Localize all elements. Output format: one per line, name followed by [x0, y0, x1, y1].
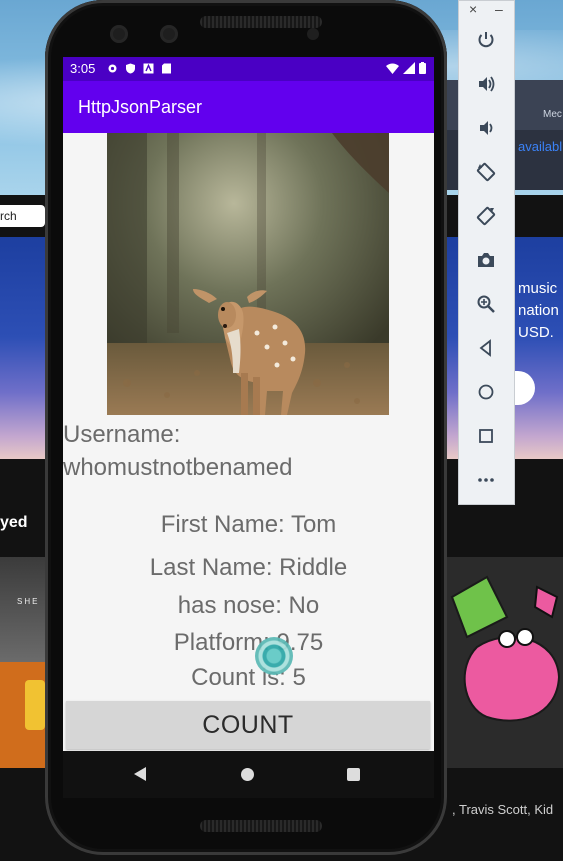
settings-icon [108, 64, 117, 73]
rotate-left-icon[interactable] [473, 159, 499, 185]
phone-screen: 3:05 HttpJsonParser Username: whomustnot… [63, 57, 434, 798]
battery-icon [419, 62, 426, 74]
background-window-label: Mec [543, 109, 562, 120]
system-icons [386, 62, 426, 74]
count-text: Count is: 5 [191, 664, 306, 691]
search-field[interactable]: rch [0, 205, 45, 227]
deer-photo [107, 133, 389, 415]
home-icon[interactable] [473, 379, 499, 405]
search-text: rch [0, 209, 17, 223]
rotate-right-icon[interactable] [473, 203, 499, 229]
minimize-icon[interactable]: – [495, 1, 503, 17]
back-icon[interactable] [473, 335, 499, 361]
emulator-toolbar: × – [458, 0, 515, 505]
front-sensor [160, 25, 178, 43]
has-nose-text: has nose: No [177, 592, 320, 619]
front-camera [110, 25, 128, 43]
overview-icon[interactable] [473, 423, 499, 449]
power-icon[interactable] [473, 27, 499, 53]
recently-played-heading: yed [0, 514, 28, 531]
shield-icon [126, 63, 135, 74]
nav-recents-icon[interactable] [347, 768, 360, 781]
status-bar: 3:05 [63, 57, 434, 81]
promo-line-3: USD. [518, 324, 554, 341]
app-title: HttpJsonParser [78, 97, 203, 117]
last-name-text: Last Name: Riddle [149, 554, 348, 581]
close-icon[interactable]: × [469, 1, 477, 17]
nav-back-icon[interactable] [134, 767, 146, 781]
sd-card-icon [162, 63, 171, 74]
text-icon [143, 63, 154, 74]
available-link[interactable]: availabl [518, 139, 562, 154]
promo-line-1: music [518, 280, 558, 297]
album-tile-label: SHE [17, 597, 40, 606]
camera-icon[interactable] [473, 247, 499, 273]
status-time: 3:05 [70, 61, 96, 76]
volume-down-icon[interactable] [473, 115, 499, 141]
bottom-speaker [200, 820, 322, 832]
more-icon[interactable] [473, 467, 499, 493]
platform-text: Platform: 9.75 [173, 629, 324, 656]
notification-icons [107, 63, 172, 74]
username-label: Username: [63, 421, 181, 448]
album-tile[interactable] [447, 557, 563, 768]
album-art [447, 557, 563, 768]
username-value: whomustnotbenamed [63, 454, 293, 481]
promo-line-2: nation [518, 302, 559, 319]
proximity-sensor [307, 28, 319, 40]
snack-bag-art [25, 680, 45, 730]
app-bar: HttpJsonParser [63, 81, 434, 133]
nav-home-icon[interactable] [241, 768, 254, 781]
wifi-icon [386, 63, 399, 74]
artists-text: , Travis Scott, Kid [452, 802, 554, 817]
album-tile[interactable] [0, 662, 45, 768]
touch-indicator [255, 637, 293, 675]
count-button[interactable]: COUNT [66, 701, 430, 749]
signal-icon [403, 62, 415, 74]
first-name-text: First Name: Tom [160, 511, 337, 538]
zoom-icon[interactable] [473, 291, 499, 317]
volume-up-icon[interactable] [473, 71, 499, 97]
navigation-bar [63, 751, 434, 798]
album-tile[interactable]: SHE [0, 557, 45, 662]
earpiece-speaker [200, 16, 322, 28]
